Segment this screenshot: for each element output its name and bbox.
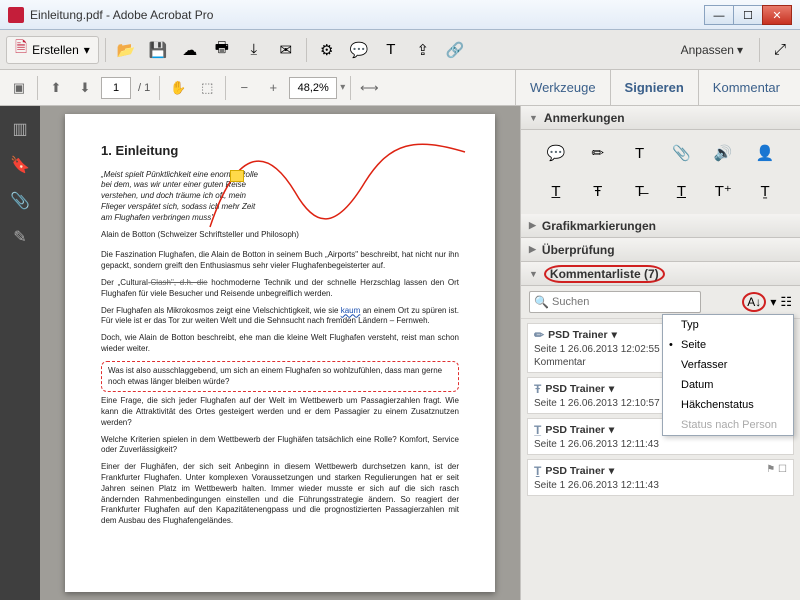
chevron-down-icon: ▾ <box>737 43 743 57</box>
doc-para: Einer der Flughäfen, der sich seit Anbeg… <box>101 462 459 527</box>
fit-width-icon[interactable]: ⟷ <box>356 75 382 101</box>
page-up-icon[interactable]: ⬆ <box>43 75 69 101</box>
chevron-down-icon[interactable]: ▾ <box>340 82 345 93</box>
print-icon[interactable]: 🖶 <box>208 36 236 64</box>
attach-tool-icon[interactable]: 📎 <box>660 140 702 166</box>
doc-para: Der Flughafen als Mikrokosmos zeigt eine… <box>101 306 459 328</box>
chevron-down-icon: ▾ <box>84 43 90 57</box>
doc-para: Der „Cultural-Clash", d.h. die hochmoder… <box>101 278 459 300</box>
sort-status-person: Status nach Person <box>663 415 793 435</box>
sidebar-toggle-icon[interactable]: ▣ <box>6 75 32 101</box>
text-edit-icon: Ŧ <box>534 382 541 396</box>
doc-heading: 1. Einleitung <box>101 142 459 160</box>
text-edit-icon: T̲ <box>534 423 541 437</box>
sticky-note-icon[interactable] <box>230 170 244 182</box>
replace-text-icon[interactable]: Ŧ <box>577 178 619 204</box>
sort-menu: Typ Seite Verfasser Datum Häkchenstatus … <box>662 314 794 436</box>
zoom-in-icon[interactable]: + <box>260 75 286 101</box>
insert-text-icon[interactable]: T̲ <box>535 178 577 204</box>
doc-author: Alain de Botton (Schweizer Schriftstelle… <box>101 230 459 241</box>
text-correction-icon[interactable]: Ṯ <box>744 178 786 204</box>
app-icon <box>8 7 24 23</box>
minimize-button[interactable]: — <box>704 5 734 25</box>
sort-button[interactable]: A↓ <box>742 292 766 312</box>
link-icon[interactable]: 🔗 <box>441 36 469 64</box>
strikethrough-annotation: Clash", d.h. die <box>151 278 208 287</box>
doc-para: Welche Kriterien spielen in dem Wettbewe… <box>101 435 459 457</box>
annotation-tools: 💬 ✏ T 📎 🔊 👤 T̲ Ŧ T̶ T T⁺ Ṯ <box>521 130 800 214</box>
comment-search-input[interactable] <box>529 291 701 313</box>
insert-annotation: kaum <box>341 306 361 315</box>
accordion-kommentarliste[interactable]: ▼ Kommentarliste (7) <box>521 262 800 286</box>
share-icon[interactable]: ⇪ <box>409 36 437 64</box>
page-number-input[interactable] <box>101 77 131 99</box>
doc-para: Die Faszination Flughafen, die Alain de … <box>101 250 459 272</box>
window-title: Einleitung.pdf - Adobe Acrobat Pro <box>30 8 705 22</box>
comment-list-heading: Kommentarliste (7) <box>544 265 665 283</box>
underline-icon[interactable]: T <box>660 178 702 204</box>
pdf-icon: 🗎 <box>15 37 27 62</box>
stamp-tool-icon[interactable]: 👤 <box>744 140 786 166</box>
maximize-button[interactable]: ☐ <box>733 5 763 25</box>
open-icon[interactable]: 📂 <box>112 36 140 64</box>
highlight-tool-icon[interactable]: ✏ <box>577 140 619 166</box>
filter-button[interactable]: ▾ <box>770 295 776 309</box>
sort-seite[interactable]: Seite <box>663 335 793 355</box>
page-total-label: / 1 <box>138 82 150 94</box>
sort-datum[interactable]: Datum <box>663 375 793 395</box>
comment-icon[interactable]: 💬 <box>345 36 373 64</box>
cloud-down-icon[interactable]: ⤓ <box>240 36 268 64</box>
create-label: Erstellen <box>32 43 79 57</box>
sort-haekchen[interactable]: Häkchenstatus <box>663 395 793 415</box>
comment-item[interactable]: ⚑ ☐ ṮPSD Trainer ▾ Seite 1 26.06.2013 12… <box>527 459 794 496</box>
accordion-anmerkungen[interactable]: ▼Anmerkungen <box>521 106 800 130</box>
select-tool-icon[interactable]: ⬚ <box>194 75 220 101</box>
audio-tool-icon[interactable]: 🔊 <box>702 140 744 166</box>
flag-icon[interactable]: ⚑ ☐ <box>766 464 787 475</box>
cloud-annotation: Was ist also ausschlaggebend, um sich an… <box>101 361 459 393</box>
attachment-icon[interactable]: 📎 <box>9 190 31 212</box>
sort-typ[interactable]: Typ <box>663 315 793 335</box>
doc-para: Doch, wie Alain de Botton beschreibt, eh… <box>101 333 459 355</box>
nav-toolbar: ▣ ⬆ ⬇ / 1 ✋ ⬚ − + ▾ ⟷ Werkzeuge Signiere… <box>0 70 800 106</box>
main-toolbar: 🗎 Erstellen ▾ 📂 💾 ☁ 🖶 ⤓ ✉ ⚙ 💬 T ⇪ 🔗 Anpa… <box>0 30 800 70</box>
tab-werkzeuge[interactable]: Werkzeuge <box>515 70 610 105</box>
text-tool-icon[interactable]: T <box>619 140 661 166</box>
accordion-grafik[interactable]: ▶Grafikmarkierungen <box>521 214 800 238</box>
zoom-input[interactable] <box>289 77 337 99</box>
text-edit-icon: Ṯ <box>534 464 541 478</box>
close-button[interactable]: ✕ <box>762 5 792 25</box>
sort-verfasser[interactable]: Verfasser <box>663 355 793 375</box>
strikethrough-icon[interactable]: T̶ <box>619 178 661 204</box>
zoom-out-icon[interactable]: − <box>231 75 257 101</box>
page-down-icon[interactable]: ⬇ <box>72 75 98 101</box>
expand-icon[interactable]: ⤢ <box>766 36 794 64</box>
pages-icon[interactable]: ▥ <box>9 118 31 140</box>
search-icon: 🔍 <box>534 295 549 309</box>
doc-para: Eine Frage, die sich jeder Flughafen auf… <box>101 396 459 428</box>
hand-tool-icon[interactable]: ✋ <box>165 75 191 101</box>
left-nav-strip: ▥ 🔖 📎 ✎ <box>0 106 40 600</box>
save-icon[interactable]: 💾 <box>144 36 172 64</box>
bookmark-icon[interactable]: 🔖 <box>9 154 31 176</box>
pencil-icon: ✏ <box>534 328 544 342</box>
signature-icon[interactable]: ✎ <box>9 226 31 248</box>
window-titlebar: Einleitung.pdf - Adobe Acrobat Pro — ☐ ✕ <box>0 0 800 30</box>
sticky-note-tool-icon[interactable]: 💬 <box>535 140 577 166</box>
tab-signieren[interactable]: Signieren <box>610 70 698 105</box>
pdf-page: 1. Einleitung „Meist spielt Pünktlichkei… <box>65 114 495 592</box>
gear-icon[interactable]: ⚙ <box>313 36 341 64</box>
options-button[interactable]: ☷ <box>780 294 792 310</box>
cloud-up-icon[interactable]: ☁ <box>176 36 204 64</box>
tab-kommentar[interactable]: Kommentar <box>698 70 794 105</box>
create-button[interactable]: 🗎 Erstellen ▾ <box>6 36 99 64</box>
document-viewport[interactable]: 1. Einleitung „Meist spielt Pünktlichkei… <box>40 106 520 600</box>
text-tool-icon[interactable]: T <box>377 36 405 64</box>
customize-button[interactable]: Anpassen▾ <box>681 43 743 57</box>
accordion-ueber[interactable]: ▶Überprüfung <box>521 238 800 262</box>
add-note-icon[interactable]: T⁺ <box>702 178 744 204</box>
mail-icon[interactable]: ✉ <box>272 36 300 64</box>
comments-panel: ▼Anmerkungen 💬 ✏ T 📎 🔊 👤 T̲ Ŧ T̶ T T⁺ Ṯ … <box>520 106 800 600</box>
